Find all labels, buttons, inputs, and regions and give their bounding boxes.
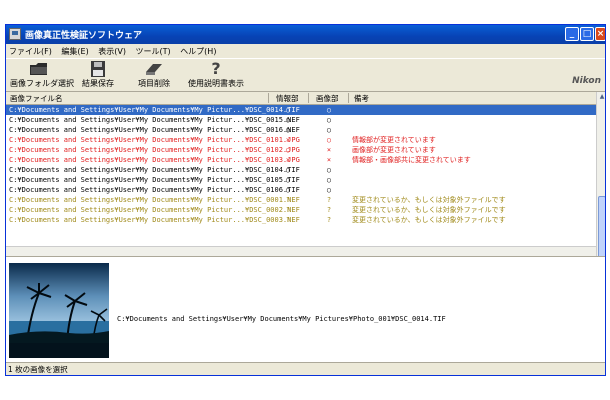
row-file-path: C:¥Documents and Settings¥User¥My Docume… [9,136,300,144]
table-row[interactable]: C:¥Documents and Settings¥User¥My Docume… [6,205,596,215]
row-image-status: ? [326,196,332,204]
table-row[interactable]: C:¥Documents and Settings¥User¥My Docume… [6,185,596,195]
eraser-icon [144,61,164,77]
row-info-status: ○ [285,116,291,124]
row-file-path: C:¥Documents and Settings¥User¥My Docume… [9,116,300,124]
row-image-status: ○ [326,126,332,134]
minimize-button[interactable]: _ [565,27,579,41]
save-results-button[interactable]: 結果保存 [78,61,118,91]
menu-help[interactable]: ヘルプ(H) [177,44,220,57]
row-note: 情報部が変更されています [352,136,436,144]
table-header: 画像ファイル名 情報部 画像部 備考 [6,92,596,105]
app-window: 画像真正性検証ソフトウェア _ □ × ファイル(F) 編集(E) 表示(V) … [5,24,606,376]
scroll-up-icon[interactable]: ▲ [598,93,605,101]
row-file-path: C:¥Documents and Settings¥User¥My Docume… [9,196,300,204]
row-info-status: ○ [285,176,291,184]
menu-file[interactable]: ファイル(F) [6,44,56,57]
row-info-status: × [285,156,291,164]
menu-edit[interactable]: 編集(E) [58,44,92,57]
table-row[interactable]: C:¥Documents and Settings¥User¥My Docume… [6,145,596,155]
table-row[interactable]: C:¥Documents and Settings¥User¥My Docume… [6,155,596,165]
row-image-status: × [326,156,332,164]
menu-tools[interactable]: ツール(T) [133,44,175,57]
menu-view[interactable]: 表示(V) [95,44,130,57]
row-info-status: ? [285,206,291,214]
title-bar[interactable]: 画像真正性検証ソフトウェア _ □ × [6,25,605,44]
row-file-path: C:¥Documents and Settings¥User¥My Docume… [9,216,300,224]
row-info-status: × [285,136,291,144]
row-note: 情報部・画像部共に変更されています [352,156,471,164]
table-row[interactable]: C:¥Documents and Settings¥User¥My Docume… [6,195,596,205]
preview-file-path: C:¥Documents and Settings¥User¥My Docume… [117,315,446,323]
menu-bar: ファイル(F) 編集(E) 表示(V) ツール(T) ヘルプ(H) [6,44,605,58]
table-row[interactable]: C:¥Documents and Settings¥User¥My Docume… [6,125,596,135]
column-header-info[interactable]: 情報部 [276,93,299,104]
delete-item-button[interactable]: 項目削除 [134,61,174,91]
table-row[interactable]: C:¥Documents and Settings¥User¥My Docume… [6,135,596,145]
window-title: 画像真正性検証ソフトウェア [25,31,143,41]
column-header-note[interactable]: 備考 [354,93,369,104]
close-button[interactable]: × [595,27,605,41]
table-body: C:¥Documents and Settings¥User¥My Docume… [6,105,596,225]
row-note: 変更されているか、もしくは対象外ファイルです [352,196,506,204]
row-image-status: ○ [326,186,332,194]
vertical-scrollbar[interactable]: ▲ ▼ [596,92,605,272]
table-row[interactable]: C:¥Documents and Settings¥User¥My Docume… [6,175,596,185]
show-manual-button[interactable]: ? 使用説明書表示 [188,61,244,91]
column-divider [308,93,309,103]
row-image-status: ○ [326,106,332,114]
column-header-image[interactable]: 画像部 [316,93,339,104]
row-image-status: ○ [326,166,332,174]
row-file-path: C:¥Documents and Settings¥User¥My Docume… [9,126,300,134]
row-info-status: ? [285,196,291,204]
row-file-path: C:¥Documents and Settings¥User¥My Docume… [9,146,300,154]
row-file-path: C:¥Documents and Settings¥User¥My Docume… [9,156,300,164]
preview-pane: C:¥Documents and Settings¥User¥My Docume… [6,256,605,362]
row-info-status: ? [285,216,291,224]
row-file-path: C:¥Documents and Settings¥User¥My Docume… [9,166,300,174]
row-file-path: C:¥Documents and Settings¥User¥My Docume… [9,186,300,194]
row-image-status: ? [326,206,332,214]
floppy-disk-icon [88,61,108,77]
row-note: 変更されているか、もしくは対象外ファイルです [352,216,506,224]
table-row[interactable]: C:¥Documents and Settings¥User¥My Docume… [6,115,596,125]
row-file-path: C:¥Documents and Settings¥User¥My Docume… [9,206,300,214]
row-info-status: ○ [285,146,291,154]
table-row[interactable]: C:¥Documents and Settings¥User¥My Docume… [6,215,596,225]
question-mark-icon: ? [211,59,221,78]
row-info-status: ○ [285,166,291,174]
app-icon [9,28,21,40]
scrollbar-thumb[interactable] [598,196,605,262]
row-image-status: ○ [326,136,332,144]
row-info-status: ○ [285,126,291,134]
maximize-button[interactable]: □ [580,27,594,41]
row-image-status: × [326,146,332,154]
image-thumbnail[interactable] [9,263,109,358]
row-note: 変更されているか、もしくは対象外ファイルです [352,206,506,214]
folder-icon [29,61,49,77]
brand-logo: Nikon [572,76,601,86]
row-file-path: C:¥Documents and Settings¥User¥My Docume… [9,106,300,114]
results-table: 画像ファイル名 情報部 画像部 備考 C:¥Documents and Sett… [6,92,596,246]
column-header-file[interactable]: 画像ファイル名 [10,93,63,104]
table-row[interactable]: C:¥Documents and Settings¥User¥My Docume… [6,165,596,175]
row-image-status: ? [326,216,332,224]
column-divider [348,93,349,103]
column-divider [268,93,269,103]
row-image-status: ○ [326,176,332,184]
status-bar: 1 枚の画像を選択 [6,362,605,375]
toolbar: 画像フォルダ選択 結果保存 項目削除 ? 使用説明書表示 Nikon [6,58,605,92]
row-file-path: C:¥Documents and Settings¥User¥My Docume… [9,176,300,184]
table-row[interactable]: C:¥Documents and Settings¥User¥My Docume… [6,105,596,115]
row-image-status: ○ [326,116,332,124]
row-note: 画像部が変更されています [352,146,436,154]
select-folder-button[interactable]: 画像フォルダ選択 [10,61,74,91]
row-info-status: ○ [285,106,291,114]
row-info-status: ○ [285,186,291,194]
